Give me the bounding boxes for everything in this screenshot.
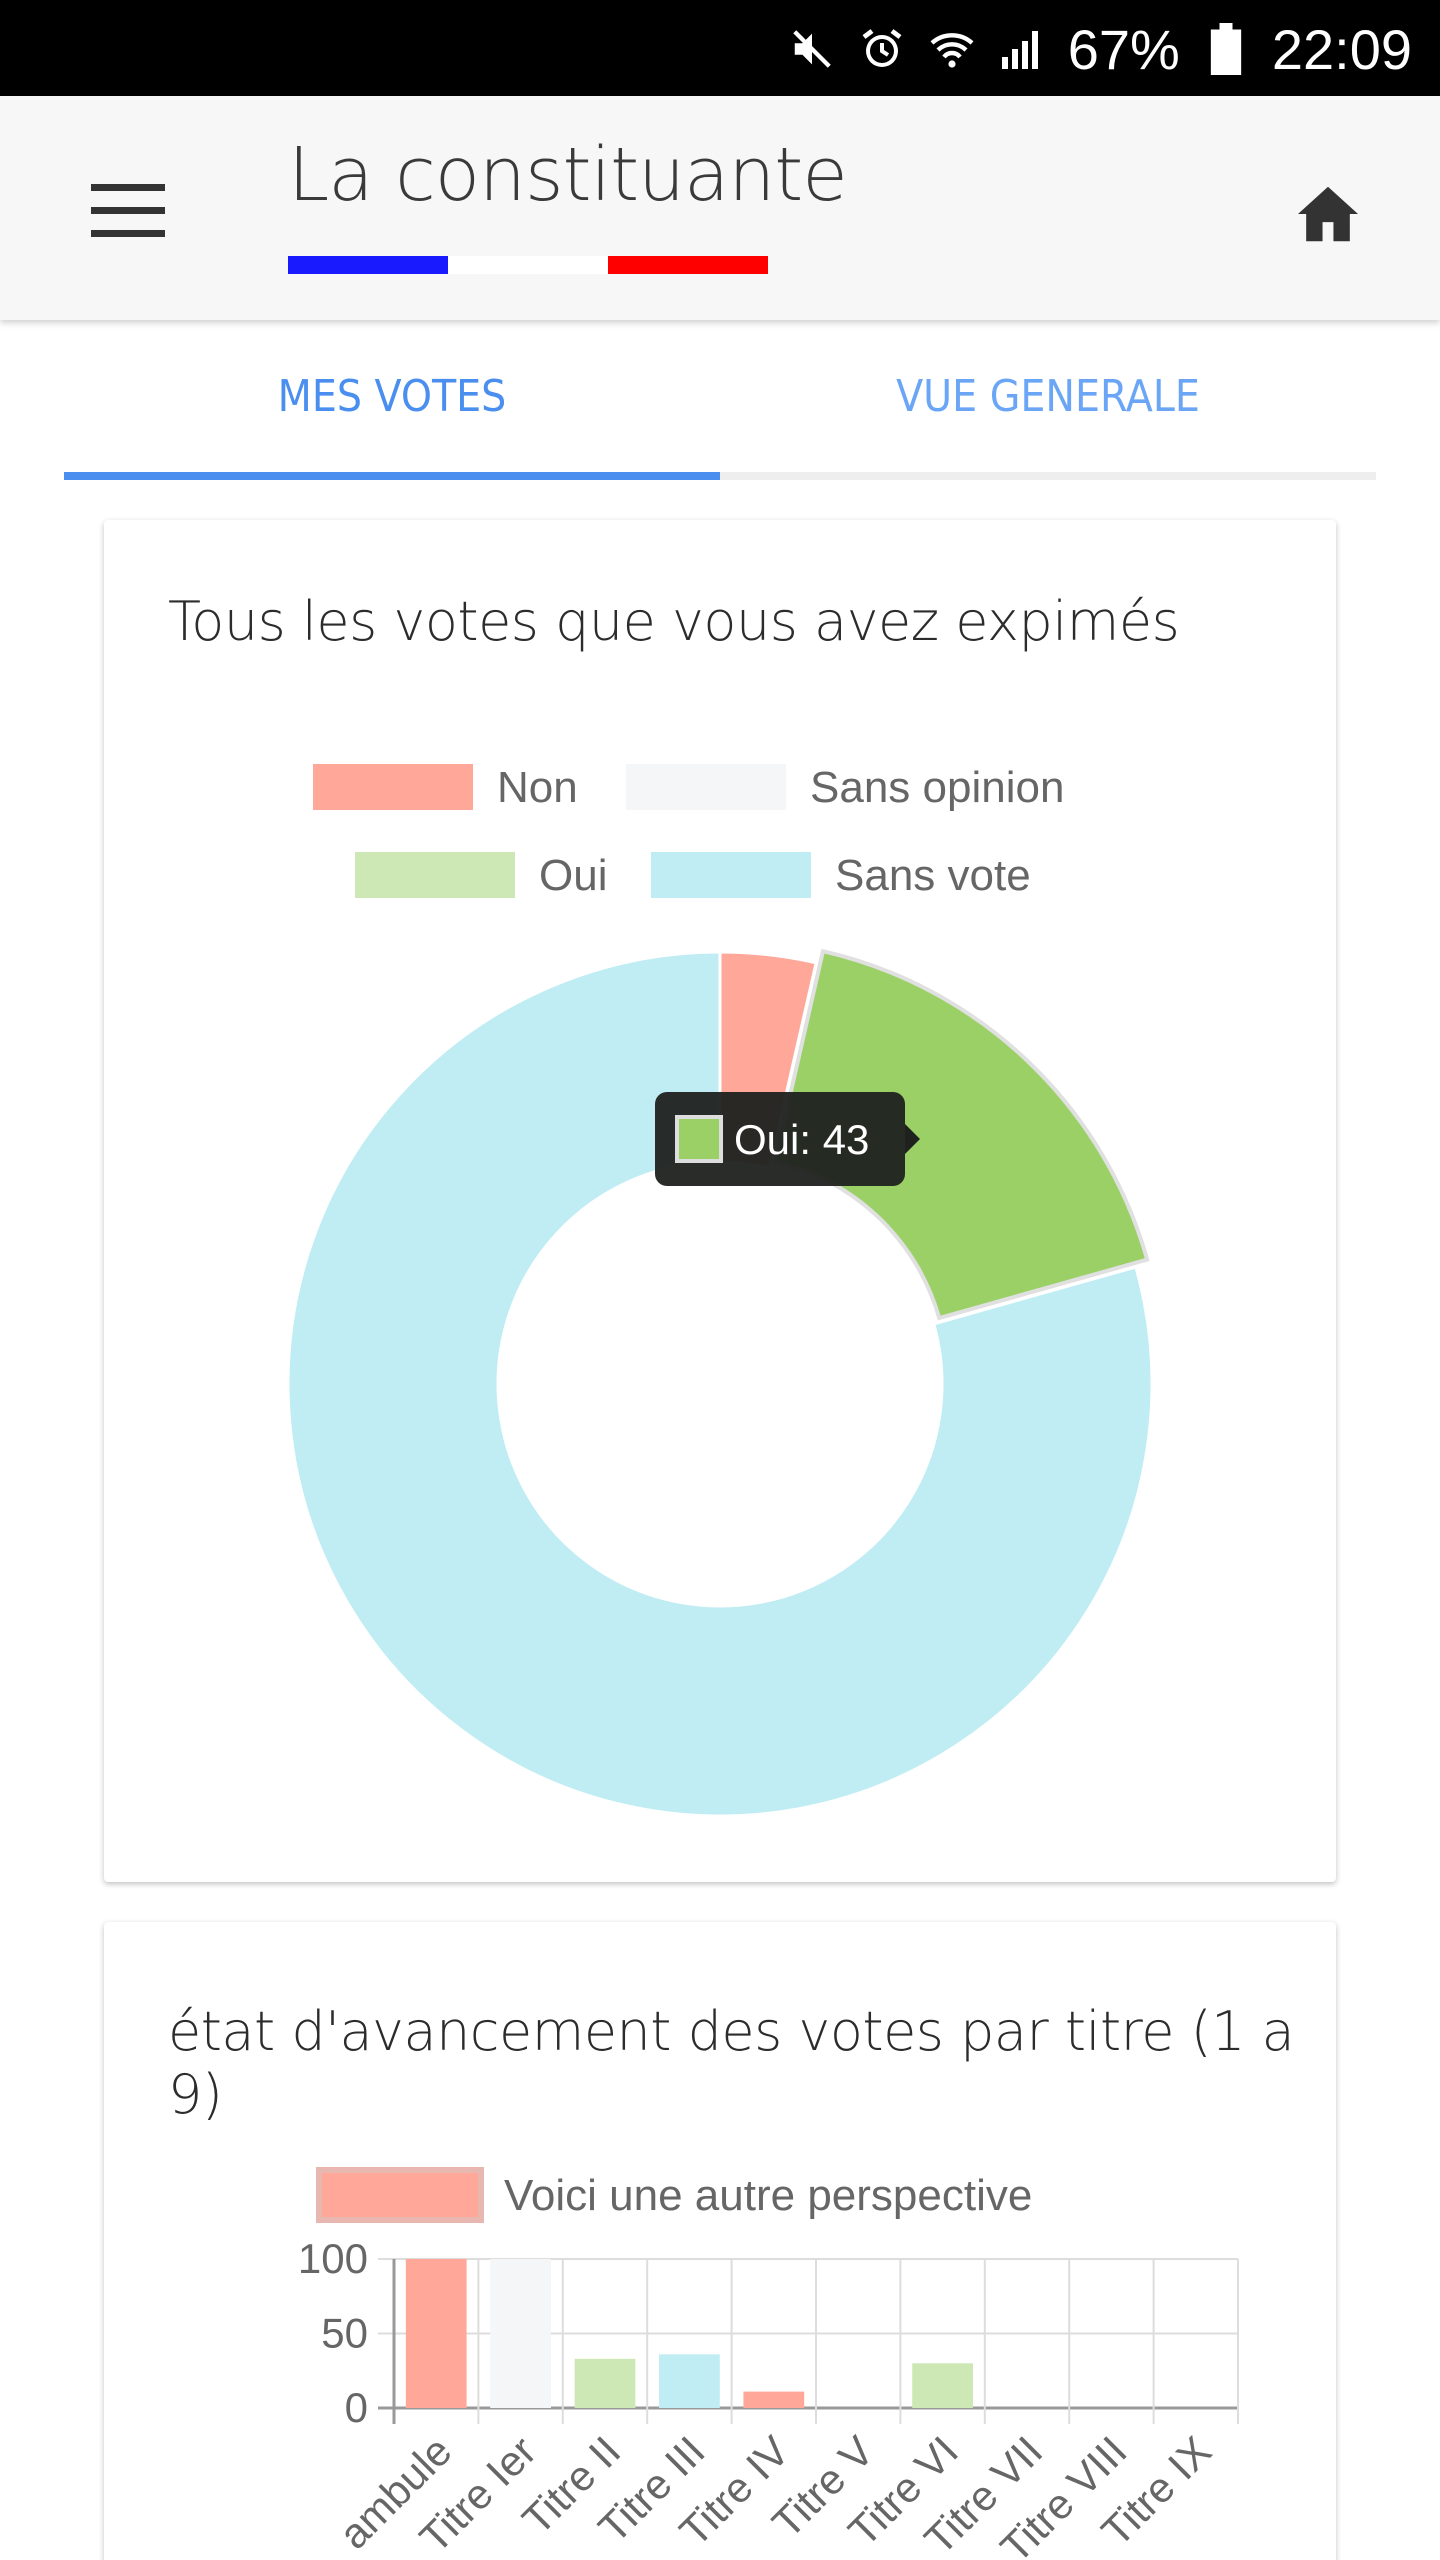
tab-active-indicator [64,472,720,480]
y-tick-label: 100 [298,2235,368,2282]
legend-label-non[interactable]: Non [497,763,578,812]
legend-label-oui[interactable]: Oui [539,851,607,900]
legend-swatch-sans-vote[interactable] [651,852,811,898]
french-flag-bar [288,256,768,274]
battery-percentage: 67% [1067,17,1180,81]
battery-icon [1202,23,1250,75]
wifi-icon [928,25,976,73]
alarm-icon [858,25,906,73]
menu-icon [91,184,165,237]
legend-swatch-oui[interactable] [355,852,515,898]
bar-chart: Voici une autre perspective050100ambuleT… [298,2167,1239,2560]
status-icons: 67% 22:09 [788,14,1412,84]
tooltip-swatch [675,1115,723,1163]
status-bar: 67% 22:09 [0,0,1440,96]
y-tick-label: 50 [321,2310,368,2357]
legend-swatch-sans-opinion[interactable] [626,764,786,810]
bar-3[interactable] [574,2358,636,2408]
legend-swatch-non[interactable] [313,764,473,810]
doughnut-chart: Non Sans opinion Oui Sans vote Oui: 43 [286,763,1154,1818]
tooltip-text: Oui: 43 [734,1116,869,1163]
tab-vue-generale[interactable]: VUE GENERALE [720,320,1376,472]
flag-white [448,256,608,274]
legend-label-sans-vote[interactable]: Sans vote [835,851,1031,900]
bar-2[interactable] [490,2259,551,2408]
app-bar: La constituante [0,96,1440,320]
menu-button[interactable] [82,176,174,246]
flag-blue [288,256,448,274]
legend-label[interactable]: Voici une autre perspective [504,2171,1032,2220]
clock-time: 22:09 [1271,17,1412,81]
chart-tooltip: Oui: 43 [655,1092,920,1186]
legend-label-sans-opinion[interactable]: Sans opinion [810,763,1064,812]
home-icon [1298,186,1358,242]
bar-5[interactable] [743,2391,805,2408]
mute-icon [788,25,836,73]
bar-4[interactable] [659,2354,720,2408]
tab-bar: MES VOTES VUE GENERALE [64,320,1376,480]
votes-summary-card: Tous les votes que vous avez expimés Non… [104,520,1336,1882]
flag-red [608,256,768,274]
tab-mes-votes[interactable]: MES VOTES [64,320,720,472]
app-title: La constituante [288,132,848,218]
legend-swatch[interactable] [316,2167,484,2223]
bar-7[interactable] [912,2363,973,2408]
progress-card: état d'avancement des votes par titre (1… [104,1922,1336,2560]
y-tick-label: 0 [345,2384,368,2431]
home-button[interactable] [1288,174,1368,254]
bar-1[interactable] [405,2259,467,2408]
signal-icon [998,25,1046,73]
